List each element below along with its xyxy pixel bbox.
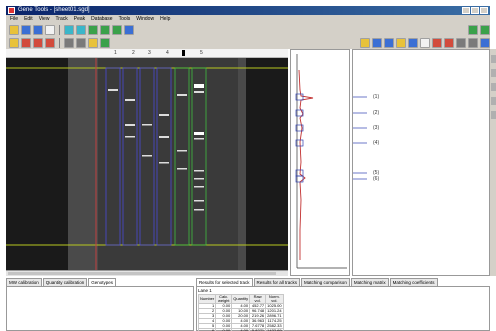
- lane-ruler: 1 2 3 4 5: [6, 49, 288, 58]
- side-tool-button[interactable]: [491, 55, 496, 63]
- peak-label: (1): [373, 94, 380, 100]
- analysis-tool-button[interactable]: [432, 37, 442, 48]
- calibration-tabs: MW calibration Quantity calibration Genoty…: [6, 278, 117, 286]
- ruler-tick: 1: [114, 50, 117, 56]
- toolbar-button[interactable]: [468, 24, 478, 35]
- ruler-tick: 2: [132, 50, 135, 56]
- peak-label: (4): [373, 140, 380, 146]
- side-tool-button[interactable]: [491, 69, 496, 77]
- gel-horizontal-scrollbar[interactable]: [6, 270, 288, 276]
- analysis-tool-button[interactable]: [33, 37, 43, 48]
- window-titlebar: Gene Tools - [sheet01.sgd]: [6, 6, 490, 15]
- tab-mw-calibration[interactable]: MW calibration: [6, 278, 42, 286]
- menu-view[interactable]: View: [39, 15, 50, 23]
- close-button[interactable]: [480, 7, 488, 14]
- ruler-tick: 4: [166, 50, 169, 56]
- menu-file[interactable]: File: [10, 15, 18, 23]
- tab-results-for-selected-track[interactable]: Results for selected track: [196, 278, 253, 286]
- toolbar-button[interactable]: [100, 24, 110, 35]
- tab-matching-matrix[interactable]: Matching matrix: [350, 278, 389, 286]
- analysis-tool-button[interactable]: [64, 37, 74, 48]
- peak-label: (2): [373, 110, 380, 116]
- genotypes-panel[interactable]: [6, 286, 194, 331]
- tab-genotypes[interactable]: Genotypes: [88, 278, 117, 286]
- peak-label: (6): [373, 176, 380, 182]
- results-table[interactable]: Number Calc. weight Quantity Raw vol. Norm. …: [197, 294, 284, 331]
- lane-label: Lane 1: [198, 288, 212, 293]
- toolbar-separator: [59, 37, 60, 48]
- lane-profile-panel[interactable]: [290, 49, 350, 276]
- peak-label: (3): [373, 125, 380, 131]
- analysis-tool-button[interactable]: [384, 37, 394, 48]
- side-tool-button[interactable]: [491, 111, 496, 119]
- analysis-tool-button[interactable]: [480, 37, 490, 48]
- analysis-tool-button[interactable]: [9, 37, 19, 48]
- analysis-tool-button[interactable]: [444, 37, 454, 48]
- menu-help[interactable]: Help: [160, 15, 170, 23]
- menu-bar: File Edit View Track Peak Database Tools Window…: [6, 15, 490, 23]
- tab-matching-comparison[interactable]: Matching comparison: [301, 278, 350, 286]
- analysis-tool-button[interactable]: [88, 37, 98, 48]
- menu-track[interactable]: Track: [55, 15, 67, 23]
- main-toolbar: [6, 23, 490, 36]
- scrollbar-thumb[interactable]: [8, 272, 276, 275]
- ruler-tick: 3: [148, 50, 151, 56]
- tab-quantity-calibration[interactable]: Quantity calibration: [42, 278, 88, 286]
- ruler-tick: 5: [200, 50, 203, 56]
- toolbar-button[interactable]: [21, 24, 31, 35]
- menu-database[interactable]: Database: [91, 15, 112, 23]
- lane-profile-plot: [295, 54, 347, 269]
- peak-list-panel[interactable]: (1) (2) (3) (4) (5) (6): [352, 49, 490, 276]
- analysis-tool-button[interactable]: [420, 37, 430, 48]
- toolbar-button[interactable]: [9, 24, 19, 35]
- analysis-toolbar: [6, 36, 490, 49]
- menu-tools[interactable]: Tools: [119, 15, 131, 23]
- results-tabs: Results for selected track Results for al…: [196, 278, 438, 286]
- maximize-button[interactable]: [471, 7, 479, 14]
- analysis-tool-button[interactable]: [100, 37, 110, 48]
- menu-window[interactable]: Window: [136, 15, 154, 23]
- toolbar-button[interactable]: [76, 24, 86, 35]
- window-title: Gene Tools - [sheet01.sgd]: [18, 7, 90, 13]
- analysis-tool-button[interactable]: [76, 37, 86, 48]
- peak-markers: [353, 96, 367, 180]
- menu-peak[interactable]: Peak: [74, 15, 85, 23]
- analysis-tool-button[interactable]: [456, 37, 466, 48]
- analysis-tool-button[interactable]: [396, 37, 406, 48]
- analysis-tool-button[interactable]: [468, 37, 478, 48]
- analysis-tool-button[interactable]: [360, 37, 370, 48]
- toolbar-button[interactable]: [112, 24, 122, 35]
- gel-image: [6, 58, 288, 270]
- analysis-tool-button[interactable]: [45, 37, 55, 48]
- toolbar-button[interactable]: [124, 24, 134, 35]
- tab-results-for-all-tracks[interactable]: Results for all tracks: [253, 278, 301, 286]
- gel-image-view[interactable]: [6, 58, 288, 270]
- side-tool-button[interactable]: [491, 97, 496, 105]
- analysis-tool-button[interactable]: [372, 37, 382, 48]
- ruler-marker[interactable]: [182, 50, 185, 56]
- analysis-tool-button[interactable]: [408, 37, 418, 48]
- minimize-button[interactable]: [462, 7, 470, 14]
- toolbar-separator: [59, 24, 60, 35]
- menu-edit[interactable]: Edit: [24, 15, 33, 23]
- toolbar-button[interactable]: [33, 24, 43, 35]
- analysis-tool-button[interactable]: [21, 37, 31, 48]
- app-icon: [8, 7, 15, 14]
- tab-matching-coefficients[interactable]: Matching coefficients: [389, 278, 438, 286]
- side-tool-strip: [489, 49, 496, 276]
- side-tool-button[interactable]: [491, 83, 496, 91]
- toolbar-button[interactable]: [45, 24, 55, 35]
- toolbar-button[interactable]: [88, 24, 98, 35]
- toolbar-button[interactable]: [64, 24, 74, 35]
- toolbar-button[interactable]: [480, 24, 490, 35]
- window-controls: [462, 7, 488, 14]
